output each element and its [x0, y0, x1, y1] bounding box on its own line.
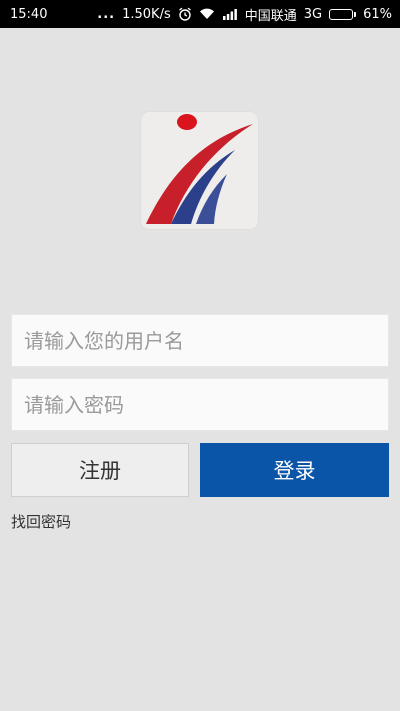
wifi-icon	[199, 8, 215, 20]
status-bar: 15:40 ... 1.50K/s 中国联通 3G 61%	[0, 0, 400, 28]
network-type: 3G	[303, 6, 323, 22]
signal-icon	[222, 8, 238, 20]
carrier-name: 中国联通	[244, 8, 297, 24]
notification-dots: ...	[97, 6, 116, 22]
status-time: 15:40	[10, 6, 48, 22]
forgot-password-link[interactable]: 找回密码	[11, 511, 71, 532]
battery-icon	[329, 8, 357, 20]
register-button[interactable]: 注册	[11, 443, 189, 497]
net-speed: 1.50K/s	[122, 6, 171, 22]
username-field[interactable]	[11, 314, 389, 367]
app-logo-icon	[141, 112, 258, 229]
username-input[interactable]	[24, 315, 388, 366]
alarm-icon	[178, 7, 192, 21]
login-button[interactable]: 登录	[200, 443, 389, 497]
password-field[interactable]	[11, 378, 389, 431]
password-input[interactable]	[24, 379, 388, 430]
battery-percent: 61%	[363, 6, 392, 22]
